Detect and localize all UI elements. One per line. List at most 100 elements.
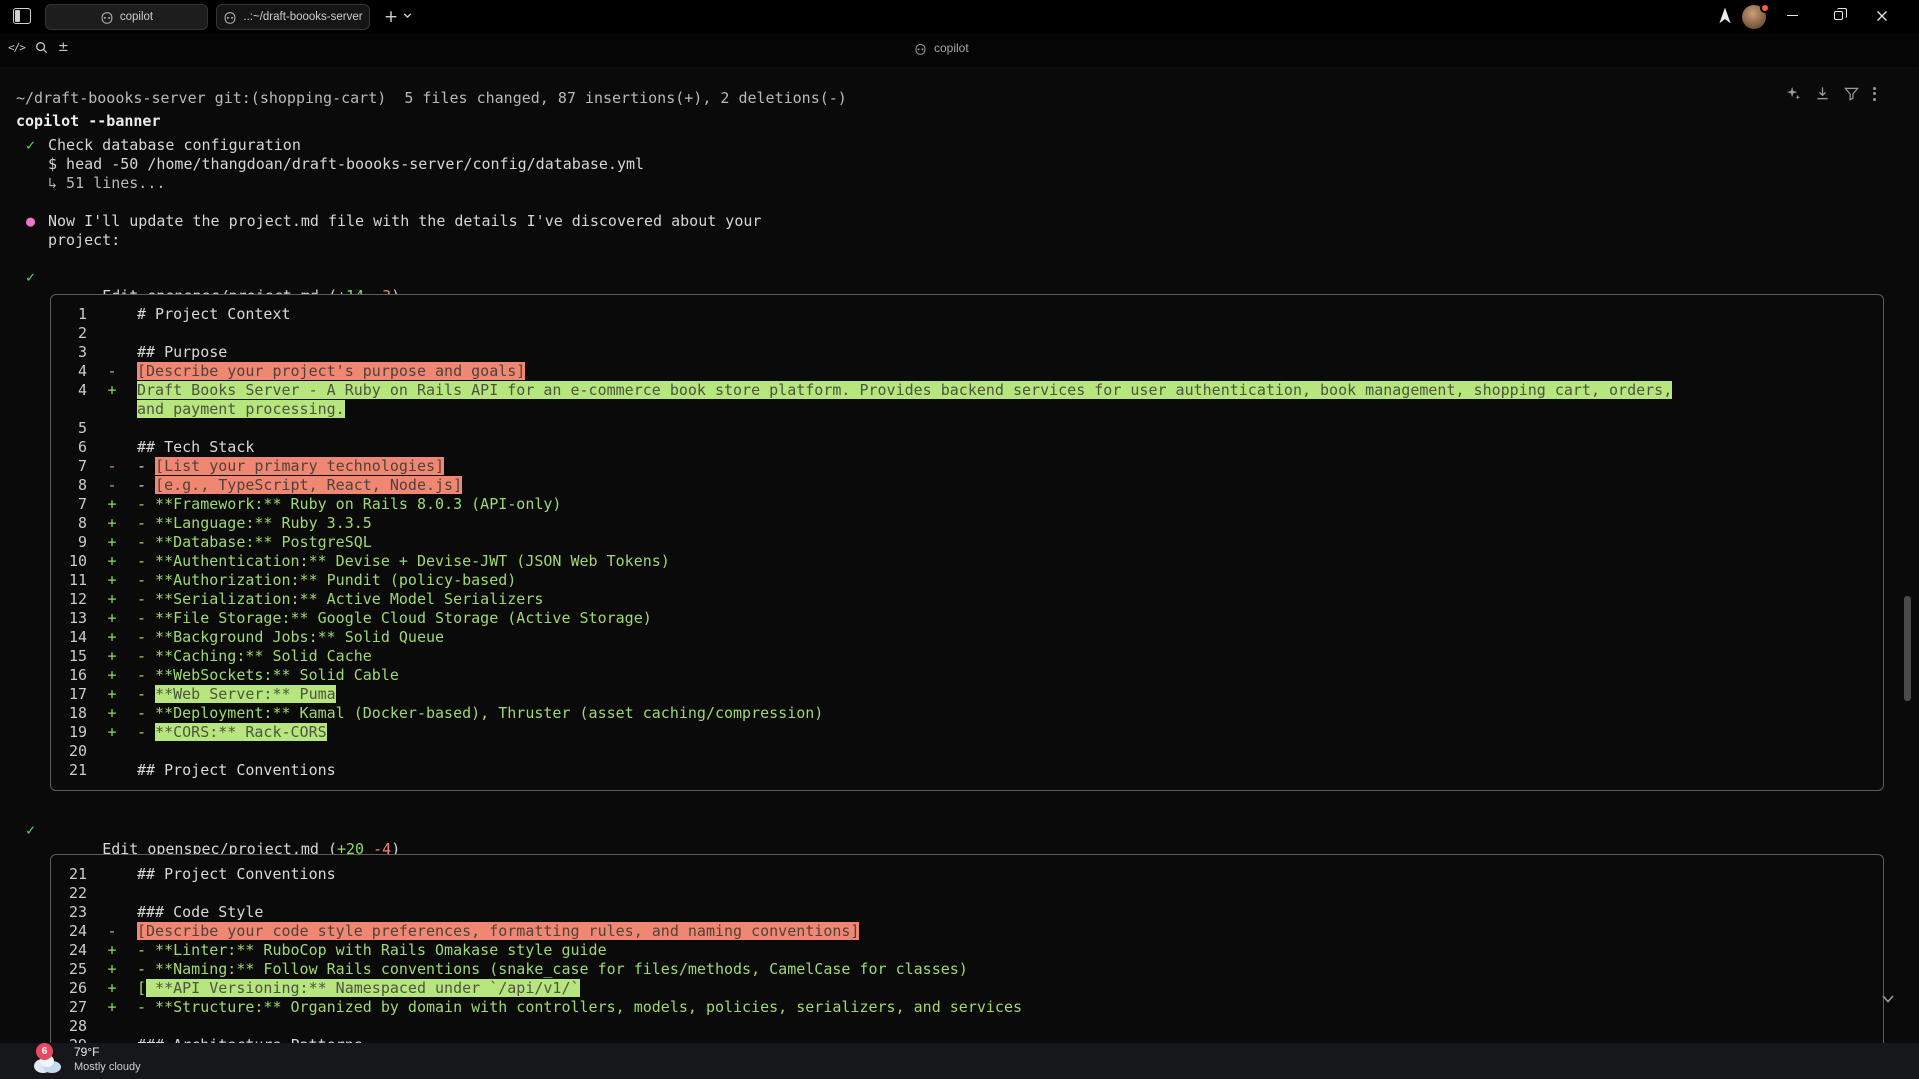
assistant-bullet-icon: ● xyxy=(26,212,35,231)
diff-row: 8-- [e.g., TypeScript, React, Node.js] xyxy=(61,476,1883,495)
diff-row: 7+- **Framework:** Ruby on Rails 8.0.3 (… xyxy=(61,495,1883,514)
code-view-icon[interactable]: </> xyxy=(8,41,25,54)
terminal-content[interactable]: ~/draft-boooks-server git:(shopping-cart… xyxy=(0,67,1919,1043)
line-number: 14 xyxy=(61,628,87,647)
git-status-line: ~/draft-boooks-server git:(shopping-cart… xyxy=(16,89,847,108)
tab-draft-boooks-server[interactable]: ..:~/draft-boooks-server xyxy=(216,4,370,30)
diff-row: 24+- **Linter:** RuboCop with Rails Omak… xyxy=(61,941,1883,960)
pane-title: copilot xyxy=(914,41,969,55)
minimize-button[interactable] xyxy=(1772,0,1812,31)
diff-sign: + xyxy=(87,571,137,590)
diff-sign: + xyxy=(87,723,137,742)
tab-copilot[interactable]: copilot xyxy=(45,4,208,30)
line-number: 25 xyxy=(61,960,87,979)
diff-row: 1 # Project Context xyxy=(61,305,1883,324)
line-number: 5 xyxy=(61,419,87,438)
close-icon xyxy=(1876,10,1888,22)
diff-text: - **Deployment:** Kamal (Docker-based), … xyxy=(137,704,823,723)
diff-row: 6 ## Tech Stack xyxy=(61,438,1883,457)
weather-widget[interactable]: 6 79°F Mostly cloudy xyxy=(30,1045,141,1075)
copilot-icon xyxy=(223,10,237,24)
diff-row: 29### Architecture Patterns xyxy=(61,1036,1883,1043)
diff-row: 23### Code Style xyxy=(61,903,1883,922)
diff-sign: + xyxy=(87,514,137,533)
diff-text: ## Tech Stack xyxy=(137,438,254,457)
tab-label: ..:~/draft-boooks-server xyxy=(243,11,362,23)
line-number: 6 xyxy=(61,438,87,457)
diff-sign xyxy=(87,742,137,761)
diff-text: - **Language:** Ruby 3.3.5 xyxy=(137,514,372,533)
sidebar-toggle-icon[interactable] xyxy=(13,8,31,24)
new-tab-button[interactable]: + xyxy=(379,5,403,29)
line-number: 13 xyxy=(61,609,87,628)
diff-text: - **Background Jobs:** Solid Queue xyxy=(137,628,444,647)
diff-sign xyxy=(87,884,137,903)
diff-row: 9+- **Database:** PostgreSQL xyxy=(61,533,1883,552)
maximize-button[interactable] xyxy=(1818,0,1858,31)
diff-text: - **Naming:** Follow Rails conventions (… xyxy=(137,960,968,979)
line-number: 17 xyxy=(61,685,87,704)
diff-sign xyxy=(87,343,137,362)
diff-text: and payment processing. xyxy=(137,400,345,419)
diff-text: [Describe your code style preferences, f… xyxy=(137,922,859,941)
diff-box-2: 21## Project Conventions2223### Code Sty… xyxy=(50,854,1884,1043)
task-output: ↳ 51 lines... xyxy=(48,174,165,193)
diff-text: ## Project Conventions xyxy=(137,865,336,884)
diff-row: 10+- **Authentication:** Devise + Devise… xyxy=(61,552,1883,571)
diff-sign: + xyxy=(87,533,137,552)
diff-row: 14+- **Background Jobs:** Solid Queue xyxy=(61,628,1883,647)
close-button[interactable] xyxy=(1862,0,1902,31)
diff-text: ## Purpose xyxy=(137,343,227,362)
diff-sign: + xyxy=(87,685,137,704)
scroll-to-bottom-icon[interactable] xyxy=(1879,992,1897,1006)
filter-icon[interactable] xyxy=(1844,86,1859,101)
diff-sign xyxy=(87,865,137,884)
pane-title-label: copilot xyxy=(934,41,969,55)
diff-text: # Project Context xyxy=(137,305,291,324)
diff-row: 17+- **Web Server:** Puma xyxy=(61,685,1883,704)
check-icon: ✓ xyxy=(26,268,35,287)
diff-text: - [List your primary technologies] xyxy=(137,457,444,476)
diff-box-1: 1# Project Context23## Purpose4-[Describ… xyxy=(50,294,1884,791)
diff-sign: + xyxy=(87,552,137,571)
diff-text: - **Framework:** Ruby on Rails 8.0.3 (AP… xyxy=(137,495,561,514)
taskbar: 6 79°F Mostly cloudy xyxy=(0,1043,1919,1079)
diff-row: 21## Project Conventions xyxy=(61,761,1883,780)
diff-text: - **WebSockets:** Solid Cable xyxy=(137,666,399,685)
line-number: 26 xyxy=(61,979,87,998)
line-number: 1 xyxy=(61,305,87,324)
diff-row: 4+Draft Books Server - A Ruby on Rails A… xyxy=(61,381,1883,400)
line-number: 3 xyxy=(61,343,87,362)
diff-sign: + xyxy=(87,979,137,998)
sparkle-icon[interactable] xyxy=(1786,86,1801,101)
diff-sign: - xyxy=(87,922,137,941)
assistant-message-line1: Now I'll update the project.md file with… xyxy=(48,212,761,231)
diff-row: 25+- **Naming:** Follow Rails convention… xyxy=(61,960,1883,979)
diff-row: 11+- **Authorization:** Pundit (policy-b… xyxy=(61,571,1883,590)
diff-sign xyxy=(87,419,137,438)
download-icon[interactable] xyxy=(1815,86,1830,101)
diff-row: 22 xyxy=(61,884,1883,903)
diff-sign xyxy=(87,761,137,780)
scrollbar-thumb[interactable] xyxy=(1904,596,1911,701)
diff-sign: + xyxy=(87,381,137,400)
line-number: 9 xyxy=(61,533,87,552)
plus-minus-icon[interactable]: ± xyxy=(58,40,69,55)
diff-sign: + xyxy=(87,609,137,628)
search-icon[interactable] xyxy=(35,41,48,54)
diff-text: - **Authorization:** Pundit (policy-base… xyxy=(137,571,516,590)
diff-sign: - xyxy=(87,476,137,495)
line-number: 7 xyxy=(61,457,87,476)
task-title: Check database configuration xyxy=(48,136,301,155)
diff-sign: + xyxy=(87,998,137,1017)
line-number: 4 xyxy=(61,362,87,381)
diff-row: 20 xyxy=(61,742,1883,761)
line-number: 27 xyxy=(61,998,87,1017)
diff-text: [Describe your project's purpose and goa… xyxy=(137,362,525,381)
line-number: 24 xyxy=(61,922,87,941)
tab-dropdown-chevron-icon[interactable] xyxy=(402,10,413,21)
delta-logo-icon[interactable] xyxy=(1716,7,1734,25)
more-options-icon[interactable] xyxy=(1873,87,1876,101)
line-number: 15 xyxy=(61,647,87,666)
diff-sign xyxy=(87,1036,137,1043)
